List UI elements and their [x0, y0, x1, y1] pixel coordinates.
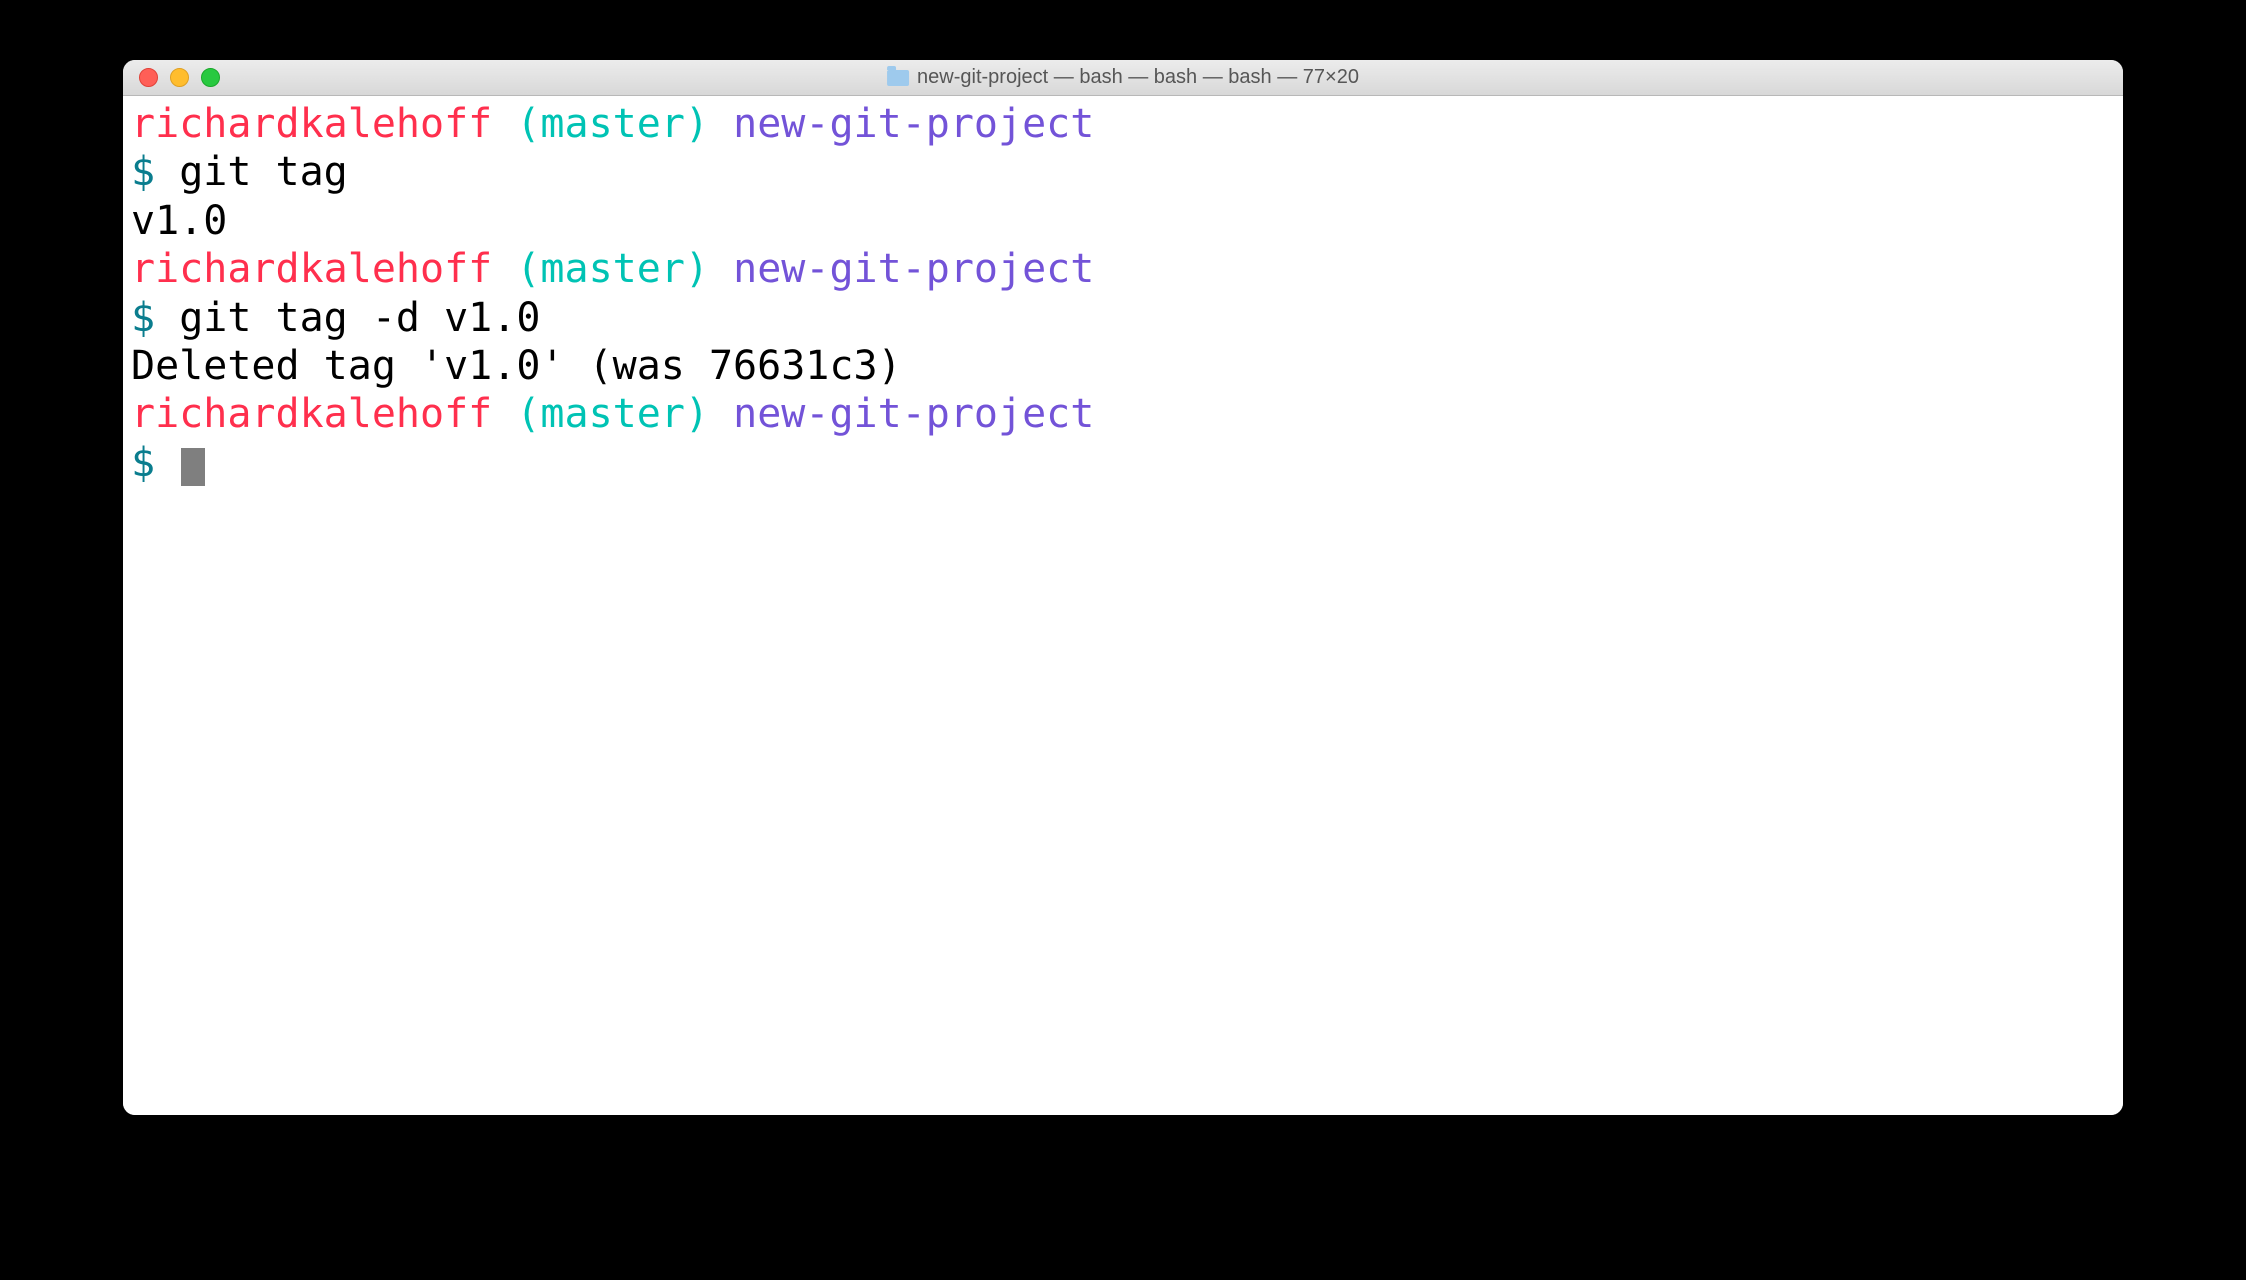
- prompt-symbol: $: [131, 440, 155, 486]
- prompt-branch: master: [540, 246, 685, 292]
- maximize-icon[interactable]: [201, 68, 220, 87]
- output-text: Deleted tag 'v1.0' (was 76631c3): [131, 343, 902, 389]
- prompt-project: new-git-project: [733, 391, 1094, 437]
- prompt-symbol: $: [131, 295, 155, 341]
- prompt-branch-open: (: [516, 101, 540, 147]
- window-title-container: new-git-project — bash — bash — bash — 7…: [887, 66, 1359, 89]
- prompt-branch: master: [540, 101, 685, 147]
- prompt-branch: master: [540, 391, 685, 437]
- prompt-branch-close: ): [685, 246, 709, 292]
- prompt-branch-open: (: [516, 246, 540, 292]
- title-bar: new-git-project — bash — bash — bash — 7…: [123, 60, 2123, 96]
- close-icon[interactable]: [139, 68, 158, 87]
- window-title: new-git-project — bash — bash — bash — 7…: [917, 66, 1359, 89]
- prompt-user: richardkalehoff: [131, 246, 492, 292]
- prompt-branch-open: (: [516, 391, 540, 437]
- terminal-body[interactable]: richardkalehoff (master) new-git-project…: [123, 96, 2123, 1115]
- prompt-project: new-git-project: [733, 246, 1094, 292]
- traffic-lights: [123, 68, 220, 87]
- prompt-user: richardkalehoff: [131, 101, 492, 147]
- command-text: git tag: [179, 149, 348, 195]
- prompt-symbol: $: [131, 149, 155, 195]
- command-text: git tag -d v1.0: [179, 295, 540, 341]
- cursor-icon: [181, 448, 205, 486]
- minimize-icon[interactable]: [170, 68, 189, 87]
- prompt-branch-close: ): [685, 101, 709, 147]
- prompt-branch-close: ): [685, 391, 709, 437]
- output-text: v1.0: [131, 198, 227, 244]
- prompt-user: richardkalehoff: [131, 391, 492, 437]
- folder-icon: [887, 70, 909, 86]
- terminal-window: new-git-project — bash — bash — bash — 7…: [123, 60, 2123, 1115]
- prompt-project: new-git-project: [733, 101, 1094, 147]
